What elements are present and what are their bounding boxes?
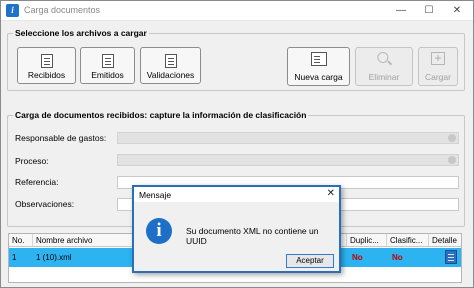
validaciones-button-label: Validaciones — [146, 70, 195, 80]
eliminar-button-label: Eliminar — [368, 72, 400, 82]
message-dialog: Mensaje ✕ i Su documento XML no contiene… — [132, 185, 341, 273]
app-icon: i — [6, 4, 19, 17]
proceso-label: Proceso: — [15, 156, 49, 166]
referencia-label: Referencia: — [15, 177, 59, 187]
recibidos-button-label: Recibidos — [27, 70, 66, 80]
detail-document-icon[interactable] — [445, 250, 457, 264]
plus-icon: + — [431, 52, 445, 65]
nueva-carga-button[interactable]: Nueva carga — [287, 47, 350, 86]
info-icon: i — [146, 218, 172, 244]
column-header-clasificado[interactable]: Clasific... — [387, 234, 429, 247]
column-header-detalle[interactable]: Detalle — [429, 234, 461, 247]
dialog-close-icon[interactable]: ✕ — [327, 188, 335, 199]
dialog-title: Mensaje — [139, 190, 172, 200]
dialog-body: i Su documento XML no contiene un UUID A… — [134, 202, 339, 271]
eliminar-button[interactable]: Eliminar — [355, 47, 413, 86]
document-icon — [40, 54, 53, 68]
validaciones-button[interactable]: Validaciones — [140, 47, 201, 84]
responsable-label: Responsable de gastos: — [15, 133, 107, 143]
cargar-button-label: Cargar — [425, 72, 451, 82]
column-header-no[interactable]: No. — [9, 234, 33, 247]
emitidos-button[interactable]: Emitidos — [80, 47, 135, 84]
new-load-icon — [310, 52, 327, 66]
responsable-combo[interactable] — [117, 132, 459, 144]
main-window: i Carga documentos — ☐ ✕ Seleccione los … — [0, 0, 474, 288]
aceptar-button[interactable]: Aceptar — [286, 254, 334, 268]
magnifier-icon — [377, 52, 389, 63]
classification-group-title: Carga de documentos recibidos: capture l… — [13, 110, 309, 120]
close-icon[interactable]: ✕ — [443, 1, 471, 21]
chevron-down-icon — [448, 156, 456, 164]
cell-duplicado: No — [352, 253, 363, 262]
select-files-group: Seleccione los archivos a cargar Recibid… — [7, 28, 465, 91]
emitidos-button-label: Emitidos — [91, 70, 124, 80]
document-icon — [164, 54, 177, 68]
nueva-carga-button-label: Nueva carga — [294, 72, 343, 82]
cell-nombre-archivo: 1 (10).xml — [36, 253, 72, 262]
document-icon — [101, 54, 114, 68]
cell-clasificado: No — [392, 253, 403, 262]
title-bar: i Carga documentos — ☐ ✕ — [1, 1, 473, 21]
observaciones-label: Observaciones: — [15, 199, 75, 209]
cell-no: 1 — [12, 253, 17, 262]
cargar-button[interactable]: + Cargar — [418, 47, 458, 86]
proceso-combo[interactable] — [117, 154, 459, 166]
maximize-icon[interactable]: ☐ — [415, 1, 443, 21]
window-title: Carga documentos — [24, 5, 101, 15]
column-header-duplicado[interactable]: Duplic... — [347, 234, 387, 247]
recibidos-button[interactable]: Recibidos — [17, 47, 76, 84]
select-files-group-title: Seleccione los archivos a cargar — [13, 28, 149, 38]
minimize-icon[interactable]: — — [387, 1, 415, 21]
chevron-down-icon — [448, 134, 456, 142]
dialog-message: Su documento XML no contiene un UUID — [186, 226, 319, 246]
dialog-title-bar: Mensaje ✕ — [134, 187, 339, 202]
